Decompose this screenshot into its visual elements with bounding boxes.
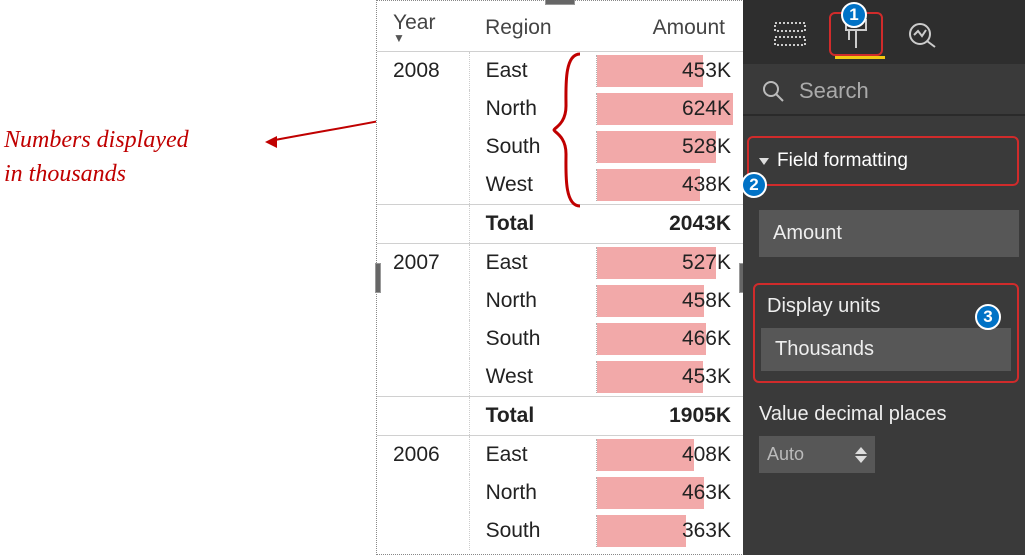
region-cell: West xyxy=(469,166,593,205)
chevron-down-icon[interactable] xyxy=(855,456,867,463)
region-cell: North xyxy=(469,90,593,128)
table-row[interactable]: South528K xyxy=(377,128,743,166)
search-icon xyxy=(761,79,785,103)
table-row[interactable]: South363K xyxy=(377,512,743,550)
stepper-arrows[interactable] xyxy=(855,447,867,463)
field-selector[interactable]: Amount xyxy=(759,210,1019,257)
amount-cell: 466K xyxy=(593,320,743,358)
callout-badge-2: 2 xyxy=(741,172,767,198)
amount-cell: 363K xyxy=(593,512,743,550)
search-box[interactable]: Search xyxy=(743,64,1025,116)
region-cell: South xyxy=(469,320,593,358)
callout-badge-3: 3 xyxy=(975,304,1001,330)
table-row[interactable]: North463K xyxy=(377,474,743,512)
table-row[interactable]: South466K xyxy=(377,320,743,358)
year-cell xyxy=(377,166,469,205)
year-cell xyxy=(377,90,469,128)
table-row[interactable]: 2006East408K xyxy=(377,436,743,475)
table-row[interactable]: 2007East527K xyxy=(377,244,743,283)
callout-badge-1: 1 xyxy=(841,2,867,28)
year-cell xyxy=(377,320,469,358)
region-cell: West xyxy=(469,358,593,397)
table-row[interactable]: West453K xyxy=(377,358,743,397)
table-row[interactable]: West438K xyxy=(377,166,743,205)
decimal-places-label: Value decimal places xyxy=(759,403,1025,426)
decimal-places-stepper[interactable]: Auto xyxy=(759,436,875,473)
section-field-formatting[interactable]: Field formatting xyxy=(747,136,1019,186)
matrix-table: Year ▼ Region Amount 2008East453KNorth62… xyxy=(377,1,743,550)
amount-cell: 453K xyxy=(593,52,743,91)
total-row: Total1905K xyxy=(377,397,743,436)
display-units-group: Display units Thousands xyxy=(753,283,1019,383)
table-row[interactable]: North624K xyxy=(377,90,743,128)
year-cell: 2008 xyxy=(377,52,469,91)
amount-cell: 458K xyxy=(593,282,743,320)
format-panel: Search Field formatting Amount Display u… xyxy=(743,0,1025,555)
region-cell: East xyxy=(469,436,593,475)
amount-cell: 463K xyxy=(593,474,743,512)
chevron-up-icon[interactable] xyxy=(855,447,867,454)
header-row: Year ▼ Region Amount xyxy=(377,1,743,52)
header-amount[interactable]: Amount xyxy=(593,1,743,52)
matrix-visual[interactable]: Year ▼ Region Amount 2008East453KNorth62… xyxy=(376,0,744,555)
region-cell: North xyxy=(469,474,593,512)
amount-cell: 453K xyxy=(593,358,743,397)
table-row[interactable]: North458K xyxy=(377,282,743,320)
header-region[interactable]: Region xyxy=(469,1,593,52)
fields-tab[interactable] xyxy=(763,12,817,56)
year-cell xyxy=(377,512,469,550)
matrix-inner: Year ▼ Region Amount 2008East453KNorth62… xyxy=(377,1,743,554)
region-cell: South xyxy=(469,512,593,550)
region-cell: East xyxy=(469,52,593,91)
year-cell xyxy=(377,128,469,166)
year-cell: 2006 xyxy=(377,436,469,475)
amount-cell: 408K xyxy=(593,436,743,475)
year-cell xyxy=(377,358,469,397)
display-units-label: Display units xyxy=(761,293,1011,328)
panel-tabs xyxy=(743,0,1025,64)
search-placeholder: Search xyxy=(799,78,869,104)
chevron-down-icon xyxy=(759,158,769,165)
year-cell xyxy=(377,474,469,512)
amount-cell: 624K xyxy=(593,90,743,128)
analytics-tab[interactable] xyxy=(895,12,949,56)
header-year[interactable]: Year ▼ xyxy=(377,1,469,52)
amount-cell: 438K xyxy=(593,166,743,205)
region-cell: East xyxy=(469,244,593,283)
display-units-select[interactable]: Thousands xyxy=(761,328,1011,371)
table-row[interactable]: 2008East453K xyxy=(377,52,743,91)
amount-cell: 528K xyxy=(593,128,743,166)
year-cell: 2007 xyxy=(377,244,469,283)
decimal-places-group: Value decimal places Auto xyxy=(759,403,1025,473)
amount-cell: 527K xyxy=(593,244,743,283)
region-cell: South xyxy=(469,128,593,166)
tab-underline xyxy=(835,56,885,59)
total-row: Total2043K xyxy=(377,205,743,244)
annotation-text: Numbers displayed in thousands xyxy=(4,124,189,191)
year-cell xyxy=(377,282,469,320)
region-cell: North xyxy=(469,282,593,320)
